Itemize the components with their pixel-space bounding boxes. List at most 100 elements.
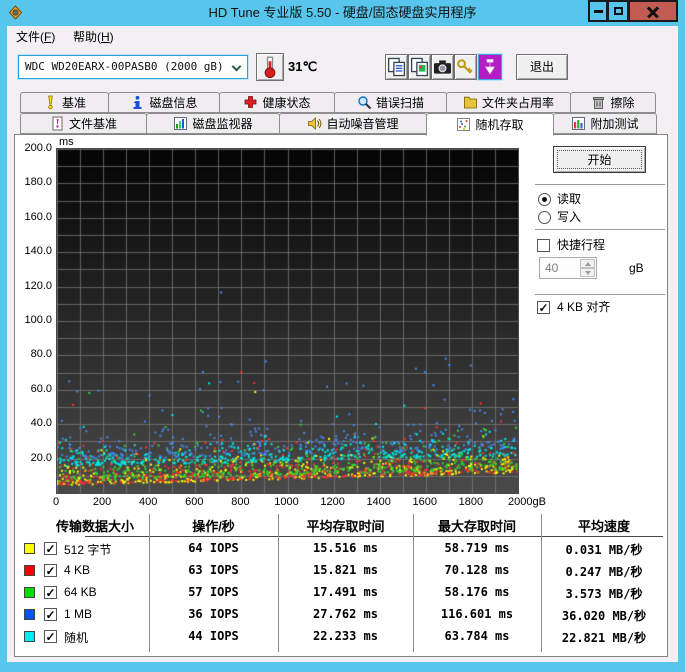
max-access-value: 116.601 ms bbox=[440, 607, 514, 621]
tab-random-access[interactable]: 随机存取 bbox=[426, 113, 554, 136]
menu-help-label: ) bbox=[109, 30, 114, 44]
y-tick-label: 80.0 bbox=[30, 348, 52, 361]
short-stroke-checkbox[interactable] bbox=[537, 239, 550, 252]
series-checkbox[interactable]: ✓ bbox=[44, 608, 57, 621]
write-radio[interactable] bbox=[538, 211, 551, 224]
read-radio-label: 读取 bbox=[557, 192, 582, 206]
short-stroke-label: 快捷行程 bbox=[557, 238, 606, 252]
tab-label: 磁盘信息 bbox=[149, 96, 198, 110]
menu-help[interactable]: 帮助(H) bbox=[67, 26, 120, 48]
avg-access-value: 27.762 ms bbox=[312, 607, 379, 621]
table-row: ✓ 64 KB 57 IOPS 17.491 ms 58.176 ms 3.57… bbox=[15, 583, 669, 603]
avg-speed-value: 22.821 MB/秒 bbox=[561, 631, 647, 645]
tab-folder-usage[interactable]: 文件夹占用率 bbox=[446, 92, 571, 113]
menu-file[interactable]: 文件(F) bbox=[10, 26, 61, 48]
col-header-avg-access: 平均存取时间 bbox=[306, 519, 385, 534]
read-radio[interactable] bbox=[538, 193, 551, 206]
series-label: 随机 bbox=[64, 631, 89, 645]
y-tick-label: 40.0 bbox=[30, 417, 52, 430]
spin-up-button[interactable] bbox=[580, 259, 595, 268]
tab-noise-management[interactable]: 自动噪音管理 bbox=[279, 113, 427, 134]
col-header-transfer-size: 传输数据大小 bbox=[55, 519, 134, 534]
series-label: 512 字节 bbox=[64, 543, 112, 557]
copy-text-icon bbox=[387, 57, 406, 77]
tab-erase[interactable]: 擦除 bbox=[570, 92, 656, 113]
tab-file-benchmark[interactable]: 文件基准 bbox=[20, 113, 147, 134]
col-header-avg-speed: 平均速度 bbox=[577, 519, 630, 534]
triangle-down-icon bbox=[584, 271, 591, 275]
close-button[interactable] bbox=[628, 0, 678, 22]
series-checkbox[interactable]: ✓ bbox=[44, 586, 57, 599]
avg-access-value: 22.233 ms bbox=[312, 629, 379, 643]
tab-extra-tests[interactable]: 附加测试 bbox=[553, 113, 657, 134]
tab-benchmark[interactable]: 基准 bbox=[20, 92, 109, 113]
align-4kb-label: 4 KB 对齐 bbox=[557, 300, 611, 314]
x-tick-label: 1800 bbox=[458, 496, 484, 508]
download-button[interactable] bbox=[478, 54, 502, 80]
tab-label: 文件基准 bbox=[68, 117, 117, 131]
series-label: 4 KB bbox=[64, 563, 91, 577]
minimize-icon bbox=[593, 9, 603, 13]
avg-access-value: 15.516 ms bbox=[312, 541, 379, 555]
series-checkbox[interactable]: ✓ bbox=[44, 630, 57, 643]
folder-usage-icon bbox=[464, 96, 477, 109]
table-row: ✓ 512 字节 64 IOPS 15.516 ms 58.719 ms 0.0… bbox=[15, 539, 669, 559]
copy-text-button[interactable] bbox=[385, 54, 408, 80]
table-row: ✓ 4 KB 63 IOPS 15.821 ms 70.128 ms 0.247… bbox=[15, 561, 669, 581]
tab-disk-monitor[interactable]: 磁盘监视器 bbox=[146, 113, 280, 134]
copy-image-button[interactable] bbox=[408, 54, 431, 80]
radio-dot-icon bbox=[542, 197, 547, 202]
series-checkbox[interactable]: ✓ bbox=[44, 564, 57, 577]
iops-value: 36 IOPS bbox=[188, 607, 239, 621]
maximize-button[interactable] bbox=[607, 0, 629, 22]
iops-value: 63 IOPS bbox=[188, 563, 239, 577]
spin-down-button[interactable] bbox=[580, 268, 595, 277]
noise-management-icon bbox=[308, 117, 322, 130]
series-color-swatch bbox=[24, 631, 35, 642]
disk-monitor-icon bbox=[174, 117, 188, 130]
menu-file-label: ) bbox=[51, 30, 56, 44]
avg-access-value: 17.491 ms bbox=[312, 585, 379, 599]
max-access-value: 58.176 ms bbox=[444, 585, 510, 599]
title-bar: HD Tune 专业版 5.50 - 硬盘/固态硬盘实用程序 bbox=[0, 0, 685, 26]
temperature-button[interactable] bbox=[256, 53, 284, 81]
table-header-underline bbox=[85, 536, 663, 537]
tab-label: 错误扫描 bbox=[375, 96, 424, 110]
y-tick-label: 60.0 bbox=[30, 382, 52, 395]
random-access-icon bbox=[457, 118, 471, 131]
short-stroke-spinner[interactable]: 40 bbox=[539, 257, 597, 279]
table-row: ✓ 随机 44 IOPS 22.233 ms 63.784 ms 22.821 … bbox=[15, 627, 669, 647]
client-area: 文件(F) 帮助(H) WDC WD20EARX-00PASB0 (2000 g… bbox=[7, 26, 678, 662]
y-tick-label: 200.0 bbox=[24, 142, 52, 154]
col-header-iops: 操作/秒 bbox=[192, 519, 235, 534]
separator bbox=[535, 184, 665, 185]
keys-button[interactable] bbox=[454, 54, 477, 80]
menu-file-label: 文件( bbox=[16, 30, 44, 44]
series-checkbox[interactable]: ✓ bbox=[44, 542, 57, 555]
separator bbox=[535, 229, 665, 230]
tab-label: 磁盘监视器 bbox=[192, 117, 253, 131]
write-radio-label: 写入 bbox=[557, 210, 582, 224]
download-arrow-icon bbox=[484, 59, 496, 75]
series-color-swatch bbox=[24, 587, 35, 598]
short-stroke-value: 40 bbox=[545, 261, 559, 275]
window-title: HD Tune 专业版 5.50 - 硬盘/固态硬盘实用程序 bbox=[208, 5, 477, 20]
align-4kb-checkbox[interactable]: ✓ bbox=[537, 301, 550, 314]
tab-label: 随机存取 bbox=[475, 118, 524, 132]
screenshot-button[interactable] bbox=[431, 54, 454, 80]
minimize-button[interactable] bbox=[588, 0, 608, 22]
max-access-value: 58.719 ms bbox=[444, 541, 510, 555]
file-benchmark-icon bbox=[52, 116, 63, 131]
chevron-down-icon bbox=[231, 61, 242, 72]
tab-health-status[interactable]: 健康状态 bbox=[219, 92, 335, 113]
tab-disk-info[interactable]: 磁盘信息 bbox=[108, 92, 220, 113]
start-button[interactable]: 开始 bbox=[553, 146, 646, 173]
tab-error-scan[interactable]: 错误扫描 bbox=[334, 92, 447, 113]
drive-selector[interactable]: WDC WD20EARX-00PASB0 (2000 gB) bbox=[18, 55, 248, 79]
y-tick-label: 100.0 bbox=[24, 314, 52, 326]
tab-label: 自动噪音管理 bbox=[326, 117, 399, 131]
exit-button[interactable]: 退出 bbox=[516, 54, 568, 80]
hd-tune-window: HD Tune 专业版 5.50 - 硬盘/固态硬盘实用程序 文件(F) 帮助(… bbox=[0, 0, 685, 672]
iops-value: 57 IOPS bbox=[188, 585, 239, 599]
series-color-swatch bbox=[24, 565, 35, 576]
